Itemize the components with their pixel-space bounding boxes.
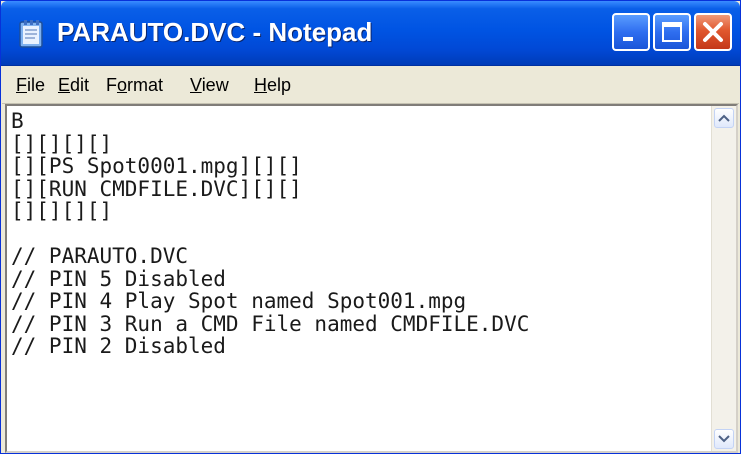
menu-format-accel: o <box>117 75 128 95</box>
scroll-up-button[interactable] <box>714 108 734 128</box>
menu-file-accel: F <box>16 75 27 95</box>
maximize-icon <box>662 22 682 42</box>
menu-format-label: rmat <box>127 75 164 95</box>
menu-format[interactable]: Format <box>106 75 163 96</box>
menu-format-pre: F <box>106 75 117 95</box>
menu-file-label: ile <box>27 75 46 95</box>
window-title: PARAUTO.DVC - Notepad <box>57 17 373 47</box>
menu-bar: File Edit Format View Help <box>2 66 739 104</box>
menu-edit[interactable]: Edit <box>58 75 89 96</box>
scroll-down-button[interactable] <box>714 429 734 449</box>
minimize-button[interactable] <box>612 13 650 51</box>
menu-edit-accel: E <box>58 75 71 95</box>
vertical-scrollbar[interactable] <box>711 106 736 451</box>
menu-help-label: elp <box>267 75 292 95</box>
chevron-up-icon <box>718 114 730 122</box>
close-icon <box>703 22 723 42</box>
notepad-icon <box>15 18 47 50</box>
chevron-down-icon <box>718 435 730 443</box>
minimize-icon <box>623 37 633 41</box>
menu-help-accel: H <box>254 75 267 95</box>
menu-view[interactable]: View <box>190 75 229 96</box>
menu-edit-label: dit <box>70 75 90 95</box>
notepad-window: PARAUTO.DVC - Notepad File Edit Format V… <box>0 0 741 454</box>
editor-content[interactable]: B [][][][] [][PS Spot0001.mpg][][] [][RU… <box>11 110 701 440</box>
menu-help[interactable]: Help <box>254 75 291 96</box>
text-editor[interactable]: B [][][][] [][PS Spot0001.mpg][][] [][RU… <box>5 104 738 453</box>
close-button[interactable] <box>694 13 732 51</box>
menu-view-accel: V <box>190 75 202 95</box>
menu-file[interactable]: File <box>16 75 45 96</box>
maximize-button[interactable] <box>653 13 691 51</box>
title-bar[interactable]: PARAUTO.DVC - Notepad <box>1 1 740 66</box>
menu-view-label: iew <box>201 75 229 95</box>
